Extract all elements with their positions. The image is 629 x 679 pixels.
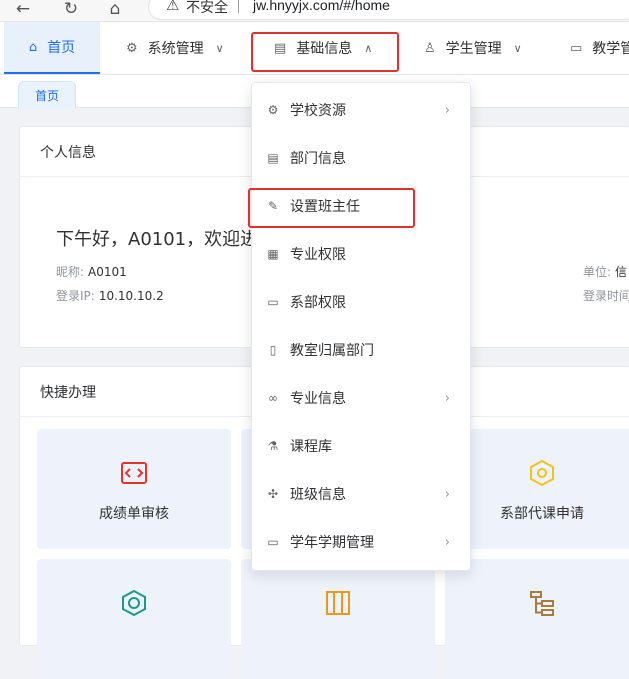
chevron-right-icon: › bbox=[444, 486, 450, 502]
nav-student-management[interactable]: ♙ 学生管理 ∨ bbox=[424, 22, 522, 74]
nav-label: 系统管理 bbox=[147, 41, 204, 57]
menu-item-major-permission[interactable]: ▦ 专业权限 bbox=[252, 230, 470, 278]
url-separator bbox=[238, 0, 239, 13]
nav-system-management[interactable]: ⚙ 系统管理 ∨ bbox=[126, 22, 224, 74]
login-ip-label: 登录IP: bbox=[56, 289, 95, 303]
nav-label: 学生管理 bbox=[445, 41, 502, 57]
tile-label: 成绩单审核 bbox=[99, 506, 169, 522]
calendar-icon: ▭ bbox=[267, 535, 279, 549]
gear-icon: ⚙ bbox=[126, 40, 138, 56]
chevron-right-icon: › bbox=[444, 102, 450, 118]
menu-item-label: 教室归属部门 bbox=[290, 343, 374, 359]
login-time-label: 登录时间 bbox=[583, 289, 629, 303]
nav-teaching-management[interactable]: ▭ 教学管理 bbox=[570, 22, 629, 74]
menu-item-academic-term-management[interactable]: ▭ 学年学期管理 › bbox=[252, 518, 470, 566]
menu-item-classroom-department[interactable]: ▯ 教室归属部门 bbox=[252, 326, 470, 374]
tile-label: 系部代课申请 bbox=[500, 506, 584, 522]
menu-item-course-library[interactable]: ⚗ 课程库 bbox=[252, 422, 470, 470]
quick-tile[interactable] bbox=[445, 559, 629, 679]
menu-item-department-permission[interactable]: ▭ 系部权限 bbox=[252, 278, 470, 326]
menu-item-school-resources[interactable]: ⚙ 学校资源 › bbox=[252, 86, 470, 134]
unit-row: 单位: 信 bbox=[583, 263, 627, 280]
login-ip-row: 登录IP: 10.10.10.2 bbox=[56, 287, 164, 304]
menu-item-label: 专业信息 bbox=[290, 391, 346, 407]
tab-home[interactable]: 首页 bbox=[18, 81, 76, 109]
url-text[interactable]: jw.hnyyjx.com/#/home bbox=[253, 0, 390, 13]
login-time-row: 登录时间 bbox=[583, 287, 629, 304]
school-resource-icon: ⚙ bbox=[267, 103, 279, 117]
chevron-right-icon: › bbox=[444, 390, 450, 406]
menu-item-label: 专业权限 bbox=[290, 247, 346, 263]
greeting-text: 下午好，A0101，欢迎进 bbox=[56, 229, 259, 250]
department-icon: ▤ bbox=[267, 151, 279, 165]
menu-item-label: 学年学期管理 bbox=[290, 535, 374, 551]
highlight-box-nav bbox=[251, 32, 399, 72]
link-icon: ∞ bbox=[268, 391, 278, 405]
chevron-down-icon: ∨ bbox=[513, 41, 522, 55]
nickname-row: 昵称: A0101 bbox=[56, 263, 127, 280]
quick-tile-substitute-request[interactable]: 系部代课申请 bbox=[445, 429, 629, 549]
code-brackets-icon bbox=[120, 459, 148, 487]
nav-label: 首页 bbox=[47, 40, 76, 56]
reload-icon[interactable]: ↻ bbox=[60, 0, 82, 20]
menu-item-label: 课程库 bbox=[290, 439, 332, 455]
basic-info-dropdown: ⚙ 学校资源 › ▤ 部门信息 ✎ 设置班主任 ▦ 专业权限 ▭ 系部权限 ▯ … bbox=[251, 82, 471, 571]
home-icon: ⌂ bbox=[28, 39, 38, 55]
quick-tile-transcript-review[interactable]: 成绩单审核 bbox=[37, 429, 231, 549]
nickname-label: 昵称: bbox=[56, 265, 85, 279]
quick-tile[interactable] bbox=[37, 559, 231, 679]
chevron-down-icon: ∨ bbox=[215, 41, 224, 55]
login-ip-value: 10.10.10.2 bbox=[98, 289, 164, 303]
tree-list-icon bbox=[528, 589, 556, 617]
puzzle-icon: ✣ bbox=[267, 487, 279, 501]
hexagon-icon bbox=[528, 459, 556, 487]
menu-item-department-info[interactable]: ▤ 部门信息 bbox=[252, 134, 470, 182]
quick-tile[interactable] bbox=[241, 559, 435, 679]
menu-item-label: 学校资源 bbox=[290, 103, 346, 119]
warning-icon[interactable]: ⚠ bbox=[166, 0, 179, 14]
chevron-right-icon: › bbox=[444, 534, 450, 550]
user-icon: ♙ bbox=[424, 40, 436, 56]
menu-item-label: 班级信息 bbox=[290, 487, 346, 503]
unit-value: 信 bbox=[615, 265, 628, 279]
menu-item-label: 系部权限 bbox=[290, 295, 346, 311]
major-permission-icon: ▦ bbox=[267, 247, 279, 261]
columns-icon bbox=[324, 589, 352, 617]
unit-label: 单位: bbox=[583, 265, 612, 279]
home-icon[interactable]: ⌂ bbox=[104, 0, 126, 20]
back-icon[interactable]: ← bbox=[12, 0, 34, 20]
highlight-box-menu bbox=[248, 188, 415, 228]
folder-icon: ▭ bbox=[267, 295, 279, 309]
nickname-value: A0101 bbox=[88, 265, 127, 279]
insecure-label[interactable]: 不安全 bbox=[186, 0, 228, 17]
menu-item-class-info[interactable]: ✣ 班级信息 › bbox=[252, 470, 470, 518]
monitor-icon: ▭ bbox=[570, 40, 583, 56]
browser-toolbar: ← ↻ ⌂ ⚠ 不安全 jw.hnyyjx.com/#/home bbox=[0, 0, 629, 22]
menu-item-label: 部门信息 bbox=[290, 151, 346, 167]
flask-icon: ⚗ bbox=[267, 439, 279, 453]
menu-item-major-info[interactable]: ∞ 专业信息 › bbox=[252, 374, 470, 422]
nav-label: 教学管理 bbox=[592, 41, 629, 57]
hexagon-ring-icon bbox=[120, 589, 148, 617]
classroom-icon: ▯ bbox=[269, 343, 277, 357]
nav-home[interactable]: ⌂ 首页 bbox=[4, 22, 100, 74]
